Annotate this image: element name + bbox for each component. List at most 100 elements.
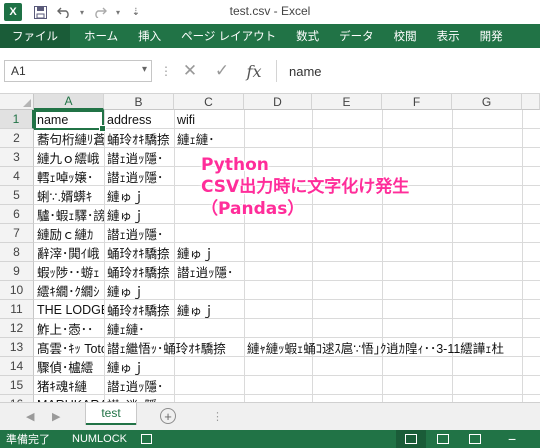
cell-a[interactable]: 蕎句桁縺ﾘ蒼 [34, 129, 104, 148]
save-icon[interactable] [30, 2, 50, 22]
cell-a[interactable]: 驟偵･櫨繧 [34, 357, 104, 376]
row-header[interactable]: 12 [0, 319, 34, 338]
tab-page-layout[interactable]: ページ レイアウト [171, 24, 286, 48]
tab-view[interactable]: 表示 [427, 24, 470, 48]
name-box[interactable]: A1 ▾ [4, 60, 152, 82]
cell-b[interactable]: 縺ｪ縺･ [104, 319, 145, 338]
cell-c[interactable]: 縺ゅｊ [174, 300, 215, 319]
cell-c[interactable]: 縺ｪ縺･ [174, 129, 215, 148]
row-header[interactable]: 16 [0, 395, 34, 402]
undo-icon[interactable] [54, 2, 74, 22]
overlay-line-1: Python [201, 155, 269, 175]
cell-a[interactable]: 轌ｪ啅ｯ嬢･ [34, 167, 104, 186]
tab-review[interactable]: 校閲 [384, 24, 427, 48]
cell-a[interactable]: 辭滓･閧ｲ峨 [34, 243, 104, 262]
row-header[interactable]: 1 [0, 110, 34, 129]
row-header[interactable]: 10 [0, 281, 34, 300]
insert-function-icon[interactable]: fx [242, 61, 266, 81]
prev-sheet-icon[interactable]: ◀ [26, 410, 34, 423]
cell-b[interactable]: 譛ｪ繼悟ｯ･蛹玲ｵｷ驕捺 [104, 338, 226, 357]
column-header-g[interactable]: G [452, 94, 522, 110]
normal-view-icon[interactable] [396, 430, 426, 448]
cell-b[interactable]: 縺ゅｊ [104, 357, 145, 376]
cell-a[interactable]: 驢･蝦ｪ驛･謗 [34, 205, 104, 224]
column-header-d[interactable]: D [244, 94, 312, 110]
cell-b[interactable]: 蛹玲ｵｷ驕捺 [104, 129, 174, 148]
redo-dropdown-icon[interactable]: ▾ [114, 2, 122, 22]
active-cell-outline [34, 110, 106, 132]
column-header-e[interactable]: E [312, 94, 382, 110]
cell-c[interactable]: 縺ゅｊ [174, 243, 215, 262]
cell-a[interactable]: 縺九ｏ繧峨 [34, 148, 104, 167]
cell-b[interactable]: 縺ゅｊ [104, 281, 145, 300]
cell-a[interactable]: THE LODGE [34, 300, 104, 319]
cell-a[interactable]: MARUKARA [34, 395, 104, 403]
macro-record-icon[interactable] [141, 434, 153, 444]
tab-developer[interactable]: 開発 [470, 24, 513, 48]
tab-insert[interactable]: 挿入 [128, 24, 171, 48]
name-box-dropdown-icon[interactable]: ▾ [142, 64, 147, 75]
page-break-view-icon[interactable] [460, 430, 490, 448]
cell-b[interactable]: 譛ｪ逍ｯ隱･ [104, 376, 163, 395]
select-all-button[interactable] [0, 94, 34, 110]
cell-b[interactable]: 縺ゅｊ [104, 205, 145, 224]
page-layout-view-icon[interactable] [428, 430, 458, 448]
cell-c[interactable]: 譛ｪ逍ｯ隱･ [174, 262, 233, 281]
cell-d[interactable]: 縺ｬ縺ｯ蝦ｪ蛹ｺ逑ｽ扈∵悟｣ｸ逍ｶ隍ｨ･･3-11繧譁ｪ杜 [244, 338, 504, 357]
row-header[interactable]: 14 [0, 357, 34, 376]
cell-b[interactable]: 譛ｪ逍ｯ隱･ [104, 148, 163, 167]
add-sheet-icon[interactable]: + [160, 408, 176, 424]
cancel-icon[interactable]: ✕ [178, 61, 202, 81]
cell-b[interactable]: 蛹玲ｵｷ驕捺 [104, 262, 174, 281]
cell-a[interactable]: 縺励ｃ縺ｶ [34, 224, 104, 243]
cell-b[interactable]: 譛ｪ逍ｯ隱･ [104, 167, 163, 186]
cell-b[interactable]: address [104, 110, 174, 129]
overlay-annotation: Python CSV出力時に文字化け発生 （Pandas） [201, 154, 409, 220]
title-bar: X ▾ ▾ ⇣ test.csv - Excel [0, 0, 540, 24]
cell-c[interactable]: wifi [174, 110, 195, 129]
cell-a[interactable]: 鮓上･悫･･ [34, 319, 104, 338]
row-header[interactable]: 8 [0, 243, 34, 262]
cell-a[interactable]: 蝦ｯ陟･･蝣ｪ [34, 262, 104, 281]
row-header[interactable]: 7 [0, 224, 34, 243]
tab-file[interactable]: ファイル [0, 24, 70, 48]
formula-bar-resize-handle[interactable]: ⋮ [160, 64, 172, 78]
row-header[interactable]: 4 [0, 167, 34, 186]
undo-dropdown-icon[interactable]: ▾ [78, 2, 86, 22]
cell-a[interactable]: 蜊∵.婿蠎ｷ [34, 186, 104, 205]
zoom-out-icon[interactable]: − [508, 431, 516, 447]
cell-a[interactable]: 猪ｷ魂ｷ縺 [34, 376, 104, 395]
tab-formulas[interactable]: 数式 [286, 24, 329, 48]
sheet-tab-test[interactable]: test [86, 403, 136, 425]
worksheet-grid[interactable]: A B C D E F G 1 name address wifi 2 蕎句桁縺ﾘ蒼 蛹玲ｵ… [0, 94, 540, 402]
column-header-c[interactable]: C [174, 94, 244, 110]
enter-icon[interactable]: ✓ [210, 61, 234, 81]
customize-qat-icon[interactable]: ⇣ [126, 2, 146, 22]
tab-data[interactable]: データ [329, 24, 384, 48]
column-header-a[interactable]: A [34, 94, 104, 110]
grid-line [522, 110, 523, 402]
column-header-f[interactable]: F [382, 94, 452, 110]
cell-b[interactable]: 譛ｪ逍ｯ隱･ [104, 224, 163, 243]
row-header[interactable]: 13 [0, 338, 34, 357]
row-header[interactable]: 15 [0, 376, 34, 395]
formula-input[interactable]: name [276, 60, 536, 82]
tab-home[interactable]: ホーム [70, 24, 128, 48]
column-header-h[interactable] [522, 94, 540, 110]
cell-a[interactable]: 繧ｷ繝･ｸ繝ｼ [34, 281, 104, 300]
row-header[interactable]: 3 [0, 148, 34, 167]
cell-b[interactable]: 縺ゅｊ [104, 186, 145, 205]
row-header[interactable]: 5 [0, 186, 34, 205]
row-header[interactable]: 11 [0, 300, 34, 319]
row-header[interactable]: 9 [0, 262, 34, 281]
next-sheet-icon[interactable]: ▶ [52, 410, 60, 423]
tab-split-handle[interactable]: ⋮ [212, 410, 223, 423]
column-header-b[interactable]: B [104, 94, 174, 110]
cell-a[interactable]: 髙雲･ｷｯ Totoro [34, 338, 104, 357]
redo-icon[interactable] [90, 2, 110, 22]
cell-b[interactable]: 蛹玲ｵｷ驕捺 [104, 300, 174, 319]
cell-b[interactable]: 譛ｪ逍ｯ隱･ [104, 395, 163, 402]
row-header[interactable]: 2 [0, 129, 34, 148]
row-header[interactable]: 6 [0, 205, 34, 224]
cell-b[interactable]: 蛹玲ｵｷ驕捺 [104, 243, 174, 262]
